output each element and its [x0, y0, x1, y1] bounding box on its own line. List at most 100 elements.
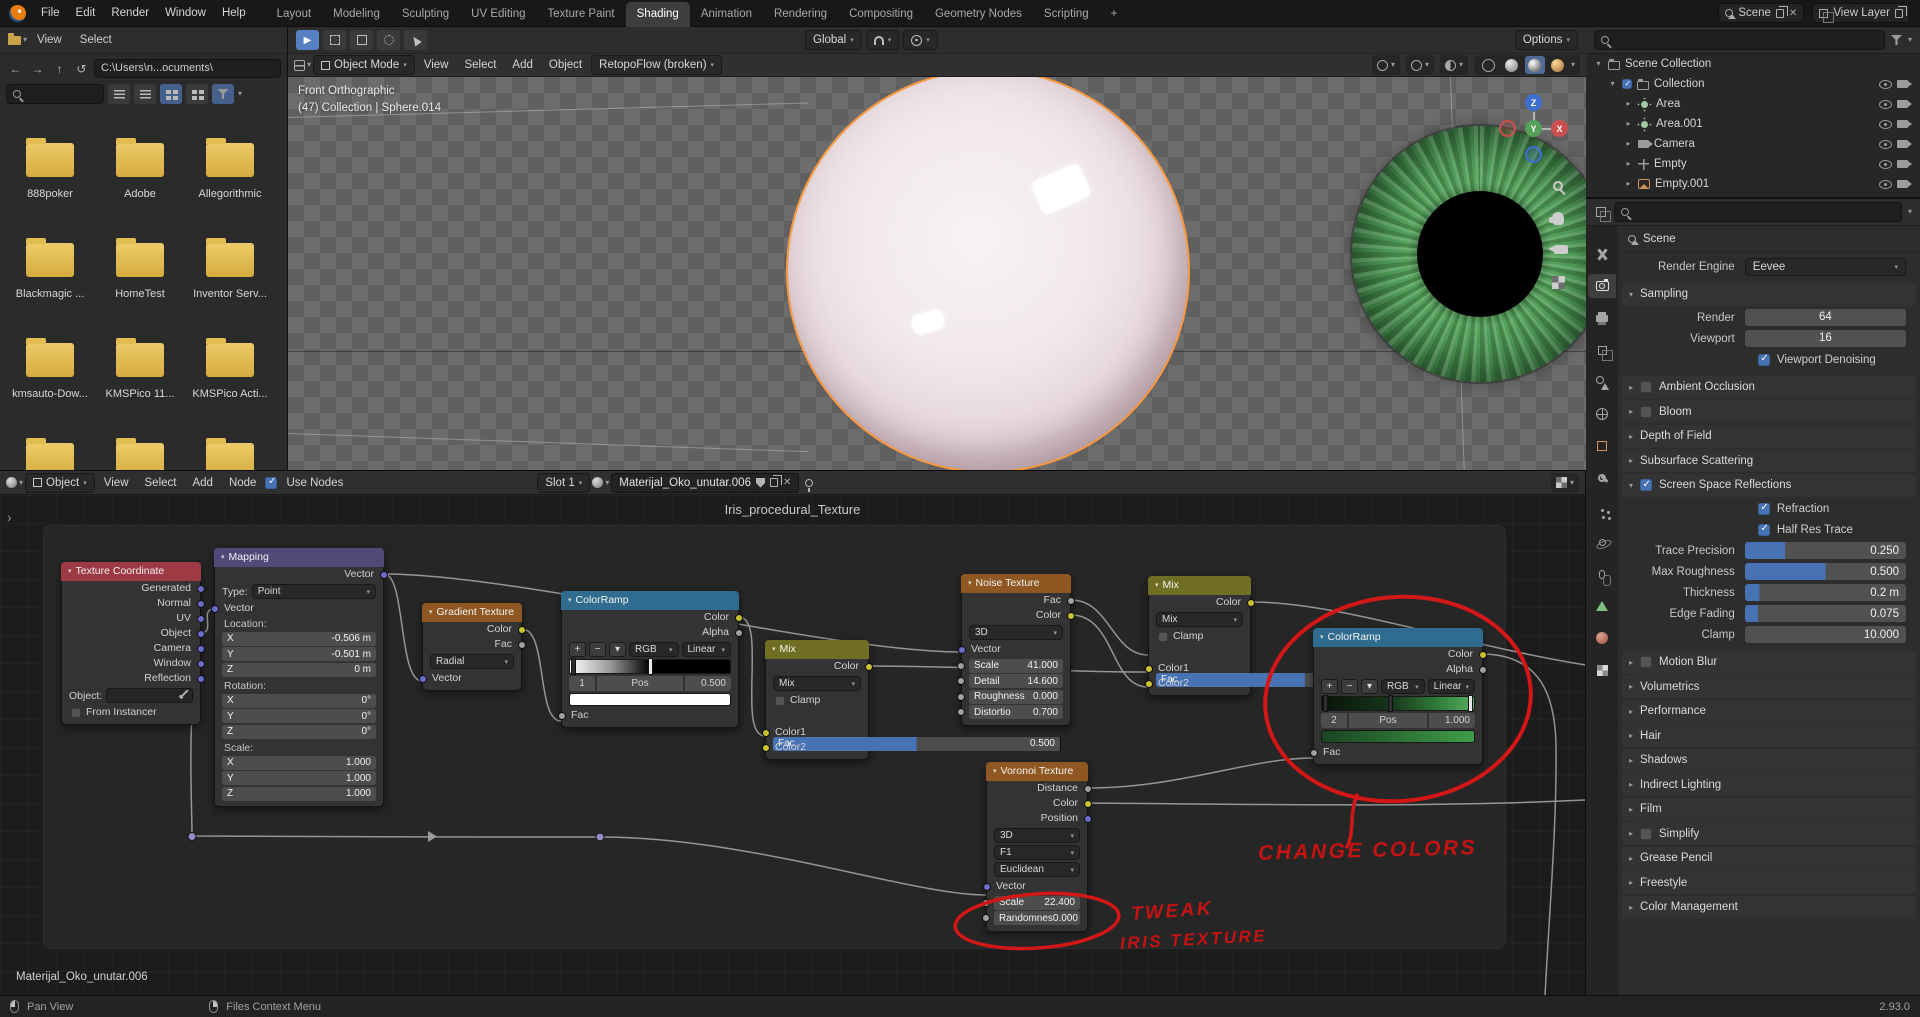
- socket-icon[interactable]: [197, 585, 205, 593]
- section-shadows[interactable]: Shadows: [1622, 749, 1916, 772]
- gradient-type-dropdown[interactable]: Radial: [430, 654, 514, 669]
- shading-rendered-button[interactable]: [1548, 56, 1568, 74]
- rotation-y-field[interactable]: Y0°: [222, 709, 376, 723]
- socket-icon[interactable]: [419, 675, 427, 683]
- camera-view-icon[interactable]: [1545, 236, 1571, 262]
- tab-modifiers[interactable]: [1588, 466, 1616, 490]
- node-mix-1[interactable]: Mix Color Mix Clamp Fac0.500 Color1 Colo…: [765, 640, 869, 760]
- section-motion-blur[interactable]: Motion Blur: [1622, 651, 1916, 674]
- node-header[interactable]: Voronoi Texture: [986, 762, 1088, 781]
- trace-precision-slider[interactable]: 0.250: [1745, 542, 1906, 559]
- proportional-editing-dropdown[interactable]: [903, 30, 938, 50]
- max-roughness-slider[interactable]: 0.500: [1745, 563, 1906, 580]
- socket-icon[interactable]: [197, 645, 205, 653]
- section-subsurface-scattering[interactable]: Subsurface Scattering: [1622, 449, 1916, 472]
- hide-viewport-icon[interactable]: [1879, 100, 1892, 109]
- section-hair[interactable]: Hair: [1622, 724, 1916, 747]
- socket-icon[interactable]: [762, 729, 770, 737]
- location-z-field[interactable]: Z0 m: [222, 663, 376, 677]
- scale-field[interactable]: Scale22.400: [994, 896, 1080, 910]
- interpolation-dropdown[interactable]: Linear: [682, 642, 732, 657]
- object-visibility-dropdown[interactable]: ▾: [1372, 55, 1400, 75]
- tab-object-data[interactable]: [1588, 594, 1616, 618]
- socket-icon[interactable]: [197, 600, 205, 608]
- render-samples-field[interactable]: 64: [1745, 309, 1906, 326]
- viewport-denoising-checkbox[interactable]: [1758, 354, 1770, 366]
- gizmo-axis-z-neg[interactable]: [1525, 146, 1542, 163]
- socket-icon[interactable]: [735, 614, 743, 622]
- stop-index-field[interactable]: 2: [1321, 713, 1347, 728]
- socket-icon[interactable]: [211, 605, 219, 613]
- workspace-tab-sculpting[interactable]: Sculpting: [391, 2, 460, 27]
- section-bloom[interactable]: Bloom: [1622, 400, 1916, 423]
- shading-solid-button[interactable]: [1502, 56, 1522, 74]
- eyedropper-icon[interactable]: [181, 689, 188, 696]
- shader-menu-node[interactable]: Node: [222, 477, 264, 489]
- disable-render-icon[interactable]: [1897, 120, 1908, 128]
- snap-node-group[interactable]: ▾: [1551, 473, 1579, 493]
- gizmo-axis-x-neg[interactable]: [1499, 120, 1516, 137]
- viewport-menu-select[interactable]: Select: [457, 59, 503, 71]
- socket-icon[interactable]: [518, 641, 526, 649]
- socket-icon[interactable]: [957, 662, 965, 670]
- eyeball-object[interactable]: [788, 77, 1188, 470]
- viewport-canvas[interactable]: Front Orthographic (47) Collection | Sph…: [288, 77, 1586, 470]
- folder-item[interactable]: HomeTest: [95, 231, 185, 331]
- outliner-search-input[interactable]: [1594, 30, 1885, 50]
- workspace-tab-modeling[interactable]: Modeling: [322, 2, 391, 27]
- socket-icon[interactable]: [558, 712, 566, 720]
- render-engine-dropdown[interactable]: Eevee: [1745, 258, 1906, 276]
- filter-options-chevron-icon[interactable]: ▾: [238, 90, 242, 98]
- chevron-down-icon[interactable]: ▾: [1908, 208, 1912, 216]
- active-tool-icon[interactable]: ▶: [296, 30, 319, 50]
- folder-item[interactable]: [95, 431, 185, 470]
- menu-window[interactable]: Window: [157, 0, 214, 27]
- material-browse-icon[interactable]: [592, 477, 603, 488]
- folder-item[interactable]: kmsauto-Dow...: [5, 331, 95, 431]
- section-sampling[interactable]: Sampling: [1622, 283, 1916, 306]
- tab-world[interactable]: [1588, 402, 1616, 426]
- shading-material-button[interactable]: [1525, 56, 1545, 74]
- remove-stop-button[interactable]: −: [1341, 679, 1358, 694]
- socket-icon[interactable]: [1479, 666, 1487, 674]
- randomness-field[interactable]: Randomnes0.000: [994, 911, 1080, 925]
- scale-z-field[interactable]: Z1.000: [222, 787, 376, 801]
- display-thumbnail-button[interactable]: [160, 84, 182, 104]
- workspace-tab-animation[interactable]: Animation: [690, 2, 763, 27]
- collection-checkbox[interactable]: [1622, 79, 1632, 89]
- back-icon[interactable]: ←: [6, 62, 25, 76]
- disclosure-icon[interactable]: ▸: [1624, 180, 1633, 188]
- display-big-thumbnail-button[interactable]: [186, 84, 208, 104]
- menu-edit[interactable]: Edit: [68, 0, 104, 27]
- bloom-checkbox[interactable]: [1640, 406, 1652, 418]
- socket-icon[interactable]: [983, 883, 991, 891]
- ramp-stop[interactable]: [571, 658, 576, 675]
- outliner-item-scene-collection[interactable]: ▾ Scene Collection: [1586, 54, 1920, 74]
- blender-logo-icon[interactable]: [9, 5, 26, 22]
- viewport-menu-view[interactable]: View: [417, 59, 456, 71]
- section-simplify[interactable]: Simplify: [1622, 822, 1916, 845]
- zoom-tool-icon[interactable]: [1545, 173, 1571, 199]
- dimensions-dropdown[interactable]: 3D: [994, 828, 1080, 843]
- folder-item[interactable]: Inventor Serv...: [185, 231, 275, 331]
- file-browser-icon[interactable]: [8, 36, 21, 45]
- section-volumetrics[interactable]: Volumetrics: [1622, 675, 1916, 698]
- clamp-slider[interactable]: 10.000: [1745, 626, 1906, 643]
- node-voronoi-texture[interactable]: Voronoi Texture Distance Color Position …: [986, 762, 1088, 932]
- tab-texture[interactable]: [1588, 658, 1616, 682]
- socket-icon[interactable]: [197, 660, 205, 668]
- outliner-item-empty[interactable]: ▸ Empty: [1586, 154, 1920, 174]
- node-header[interactable]: ColorRamp: [1313, 628, 1483, 647]
- ortho-toggle-icon[interactable]: [1545, 269, 1571, 295]
- tab-particles[interactable]: [1588, 498, 1616, 522]
- viewport-samples-field[interactable]: 16: [1745, 330, 1906, 347]
- tab-constraints[interactable]: [1588, 562, 1616, 586]
- mapping-type-dropdown[interactable]: Point: [252, 584, 376, 599]
- navigation-gizmo[interactable]: Z Y X: [1484, 79, 1584, 179]
- transform-orientation-dropdown[interactable]: Global: [805, 30, 862, 50]
- chevron-down-icon[interactable]: ▾: [23, 36, 27, 44]
- menu-help[interactable]: Help: [214, 0, 254, 27]
- object-picker-field[interactable]: [106, 688, 193, 703]
- socket-icon[interactable]: [1145, 665, 1153, 673]
- refraction-checkbox[interactable]: [1758, 503, 1770, 515]
